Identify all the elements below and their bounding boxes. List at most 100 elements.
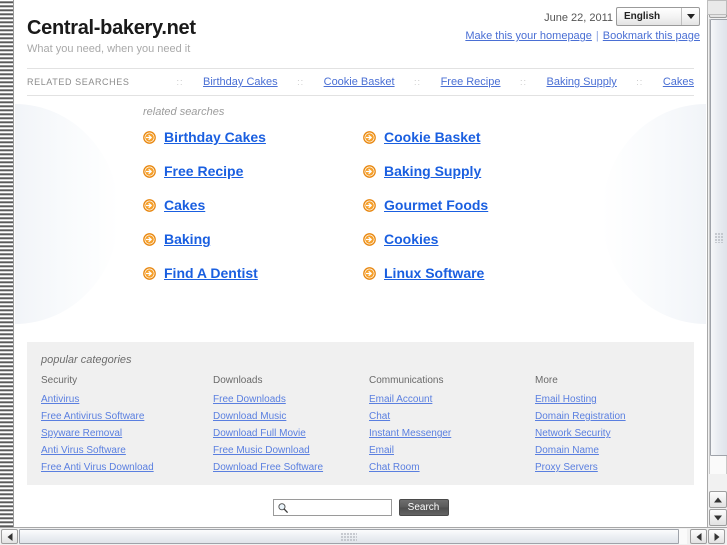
related-link-cookie-basket[interactable]: Cookie Basket bbox=[384, 129, 480, 145]
related-searches-content: related searches Birthday Cakes Cookie B… bbox=[15, 96, 706, 281]
scroll-left-button-secondary[interactable] bbox=[690, 529, 707, 544]
header-link-separator: | bbox=[595, 30, 599, 42]
language-select[interactable]: English bbox=[616, 7, 700, 26]
page-title: Central-bakery.net bbox=[27, 17, 196, 39]
arrow-circle-right-icon bbox=[143, 198, 156, 212]
category-link-antivirus[interactable]: Antivirus bbox=[41, 394, 213, 405]
category-link-chat-room[interactable]: Chat Room bbox=[369, 462, 535, 473]
nav-link-baking-supply[interactable]: Baking Supply bbox=[546, 76, 616, 88]
search-row: Search bbox=[272, 499, 449, 517]
related-link-free-recipe[interactable]: Free Recipe bbox=[164, 163, 243, 179]
current-date: June 22, 2011 bbox=[544, 12, 613, 24]
vertical-scroll-stepper-group bbox=[709, 490, 727, 526]
search-input[interactable] bbox=[291, 500, 394, 517]
related-link-baking-supply[interactable]: Baking Supply bbox=[384, 163, 481, 179]
category-link-download-free-software[interactable]: Download Free Software bbox=[213, 462, 369, 473]
arrow-circle-right-icon bbox=[363, 198, 376, 212]
scroll-left-button[interactable] bbox=[1, 529, 18, 544]
category-link-email[interactable]: Email bbox=[369, 445, 535, 456]
make-homepage-link[interactable]: Make this your homepage bbox=[465, 30, 592, 42]
search-input-wrapper[interactable] bbox=[272, 499, 394, 517]
related-link-gourmet-foods[interactable]: Gourmet Foods bbox=[384, 197, 488, 213]
category-link-domain-name[interactable]: Domain Name bbox=[535, 445, 680, 456]
nav-separator-dots: :: bbox=[636, 77, 644, 87]
arrow-circle-right-icon bbox=[363, 266, 376, 280]
category-link-free-downloads[interactable]: Free Downloads bbox=[213, 394, 369, 405]
magnifier-icon bbox=[277, 503, 288, 513]
nav-item-baking-supply: :: Baking Supply bbox=[500, 76, 617, 88]
category-link-proxy-servers[interactable]: Proxy Servers bbox=[535, 462, 680, 473]
scroll-thumb-grip bbox=[341, 532, 357, 541]
related-link-cookies[interactable]: Cookies bbox=[384, 231, 438, 247]
related-searches-nav: RELATED SEARCHES :: Birthday Cakes :: Co… bbox=[27, 68, 694, 96]
related-link-row: Cakes bbox=[143, 197, 363, 213]
category-link-free-music-download[interactable]: Free Music Download bbox=[213, 445, 369, 456]
vertical-scrollbar[interactable] bbox=[707, 0, 727, 527]
language-select-value: English bbox=[624, 11, 661, 22]
nav-separator-dots: :: bbox=[297, 77, 305, 87]
triangle-left-icon bbox=[7, 532, 12, 541]
triangle-right-icon bbox=[714, 532, 719, 541]
category-link-email-hosting[interactable]: Email Hosting bbox=[535, 394, 680, 405]
site-tagline: What you need, when you need it bbox=[27, 43, 191, 55]
bookmark-page-link[interactable]: Bookmark this page bbox=[603, 30, 700, 42]
related-link-cakes[interactable]: Cakes bbox=[164, 197, 205, 213]
arrow-circle-right-icon bbox=[363, 232, 376, 246]
related-searches-link-grid: Birthday Cakes Cookie Basket Free Recipe… bbox=[143, 129, 706, 281]
category-link-download-music[interactable]: Download Music bbox=[213, 411, 369, 422]
related-link-baking[interactable]: Baking bbox=[164, 231, 211, 247]
scroll-right-button[interactable] bbox=[708, 529, 725, 544]
related-link-row: Gourmet Foods bbox=[363, 197, 583, 213]
category-link-email-account[interactable]: Email Account bbox=[369, 394, 535, 405]
related-link-row: Baking Supply bbox=[363, 163, 583, 179]
related-link-row: Linux Software bbox=[363, 265, 583, 281]
category-link-spyware-removal[interactable]: Spyware Removal bbox=[41, 428, 213, 439]
vertical-scroll-thumb[interactable] bbox=[710, 19, 727, 456]
related-link-birthday-cakes[interactable]: Birthday Cakes bbox=[164, 129, 266, 145]
nav-separator-dots: :: bbox=[414, 77, 422, 87]
triangle-up-icon bbox=[714, 497, 722, 502]
related-link-linux-software[interactable]: Linux Software bbox=[384, 265, 484, 281]
chevron-down-icon bbox=[681, 8, 699, 25]
page-viewport: Central-bakery.net What you need, when y… bbox=[15, 0, 706, 527]
horizontal-scroll-track[interactable] bbox=[19, 529, 687, 544]
category-link-free-antivirus-software[interactable]: Free Antivirus Software bbox=[41, 411, 213, 422]
scroll-down-button[interactable] bbox=[709, 509, 727, 526]
category-link-download-full-movie[interactable]: Download Full Movie bbox=[213, 428, 369, 439]
related-link-row: Baking bbox=[143, 231, 363, 247]
related-searches-nav-label: RELATED SEARCHES bbox=[27, 77, 130, 87]
scroll-up-button-secondary[interactable] bbox=[709, 491, 727, 508]
category-link-network-security[interactable]: Network Security bbox=[535, 428, 680, 439]
category-link-chat[interactable]: Chat bbox=[369, 411, 535, 422]
category-link-instant-messenger[interactable]: Instant Messenger bbox=[369, 428, 535, 439]
arrow-circle-right-icon bbox=[363, 130, 376, 144]
scroll-thumb-grip bbox=[715, 232, 723, 243]
nav-item-birthday-cakes: :: Birthday Cakes bbox=[157, 76, 278, 88]
category-column-more: More Email Hosting Domain Registration N… bbox=[535, 375, 680, 479]
arrow-circle-right-icon bbox=[143, 164, 156, 178]
popular-categories-panel: popular categories Security Antivirus Fr… bbox=[27, 342, 694, 485]
triangle-down-icon bbox=[714, 515, 722, 520]
nav-link-cookie-basket[interactable]: Cookie Basket bbox=[324, 76, 395, 88]
page-header: Central-bakery.net What you need, when y… bbox=[15, 0, 706, 68]
search-area: Search bbox=[15, 499, 706, 527]
horizontal-scrollbar[interactable] bbox=[0, 527, 727, 545]
search-button[interactable]: Search bbox=[398, 499, 449, 516]
category-title: Communications bbox=[369, 375, 444, 386]
browser-window: Central-bakery.net What you need, when y… bbox=[0, 0, 727, 545]
category-link-free-anti-virus-download[interactable]: Free Anti Virus Download bbox=[41, 462, 213, 473]
popular-categories-heading: popular categories bbox=[41, 354, 132, 366]
related-link-row: Free Recipe bbox=[143, 163, 363, 179]
horizontal-scroll-thumb[interactable] bbox=[19, 529, 679, 544]
vertical-scroll-track[interactable] bbox=[709, 19, 727, 474]
related-link-find-a-dentist[interactable]: Find A Dentist bbox=[164, 265, 258, 281]
related-link-row: Cookie Basket bbox=[363, 129, 583, 145]
category-title: Security bbox=[41, 375, 78, 386]
nav-link-cakes[interactable]: Cakes bbox=[663, 76, 694, 88]
nav-link-birthday-cakes[interactable]: Birthday Cakes bbox=[203, 76, 278, 88]
header-links: Make this your homepage | Bookmark this pa… bbox=[465, 30, 700, 42]
category-link-anti-virus-software[interactable]: Anti Virus Software bbox=[41, 445, 213, 456]
category-link-domain-registration[interactable]: Domain Registration bbox=[535, 411, 680, 422]
nav-link-free-recipe[interactable]: Free Recipe bbox=[441, 76, 501, 88]
arrow-circle-right-icon bbox=[143, 232, 156, 246]
